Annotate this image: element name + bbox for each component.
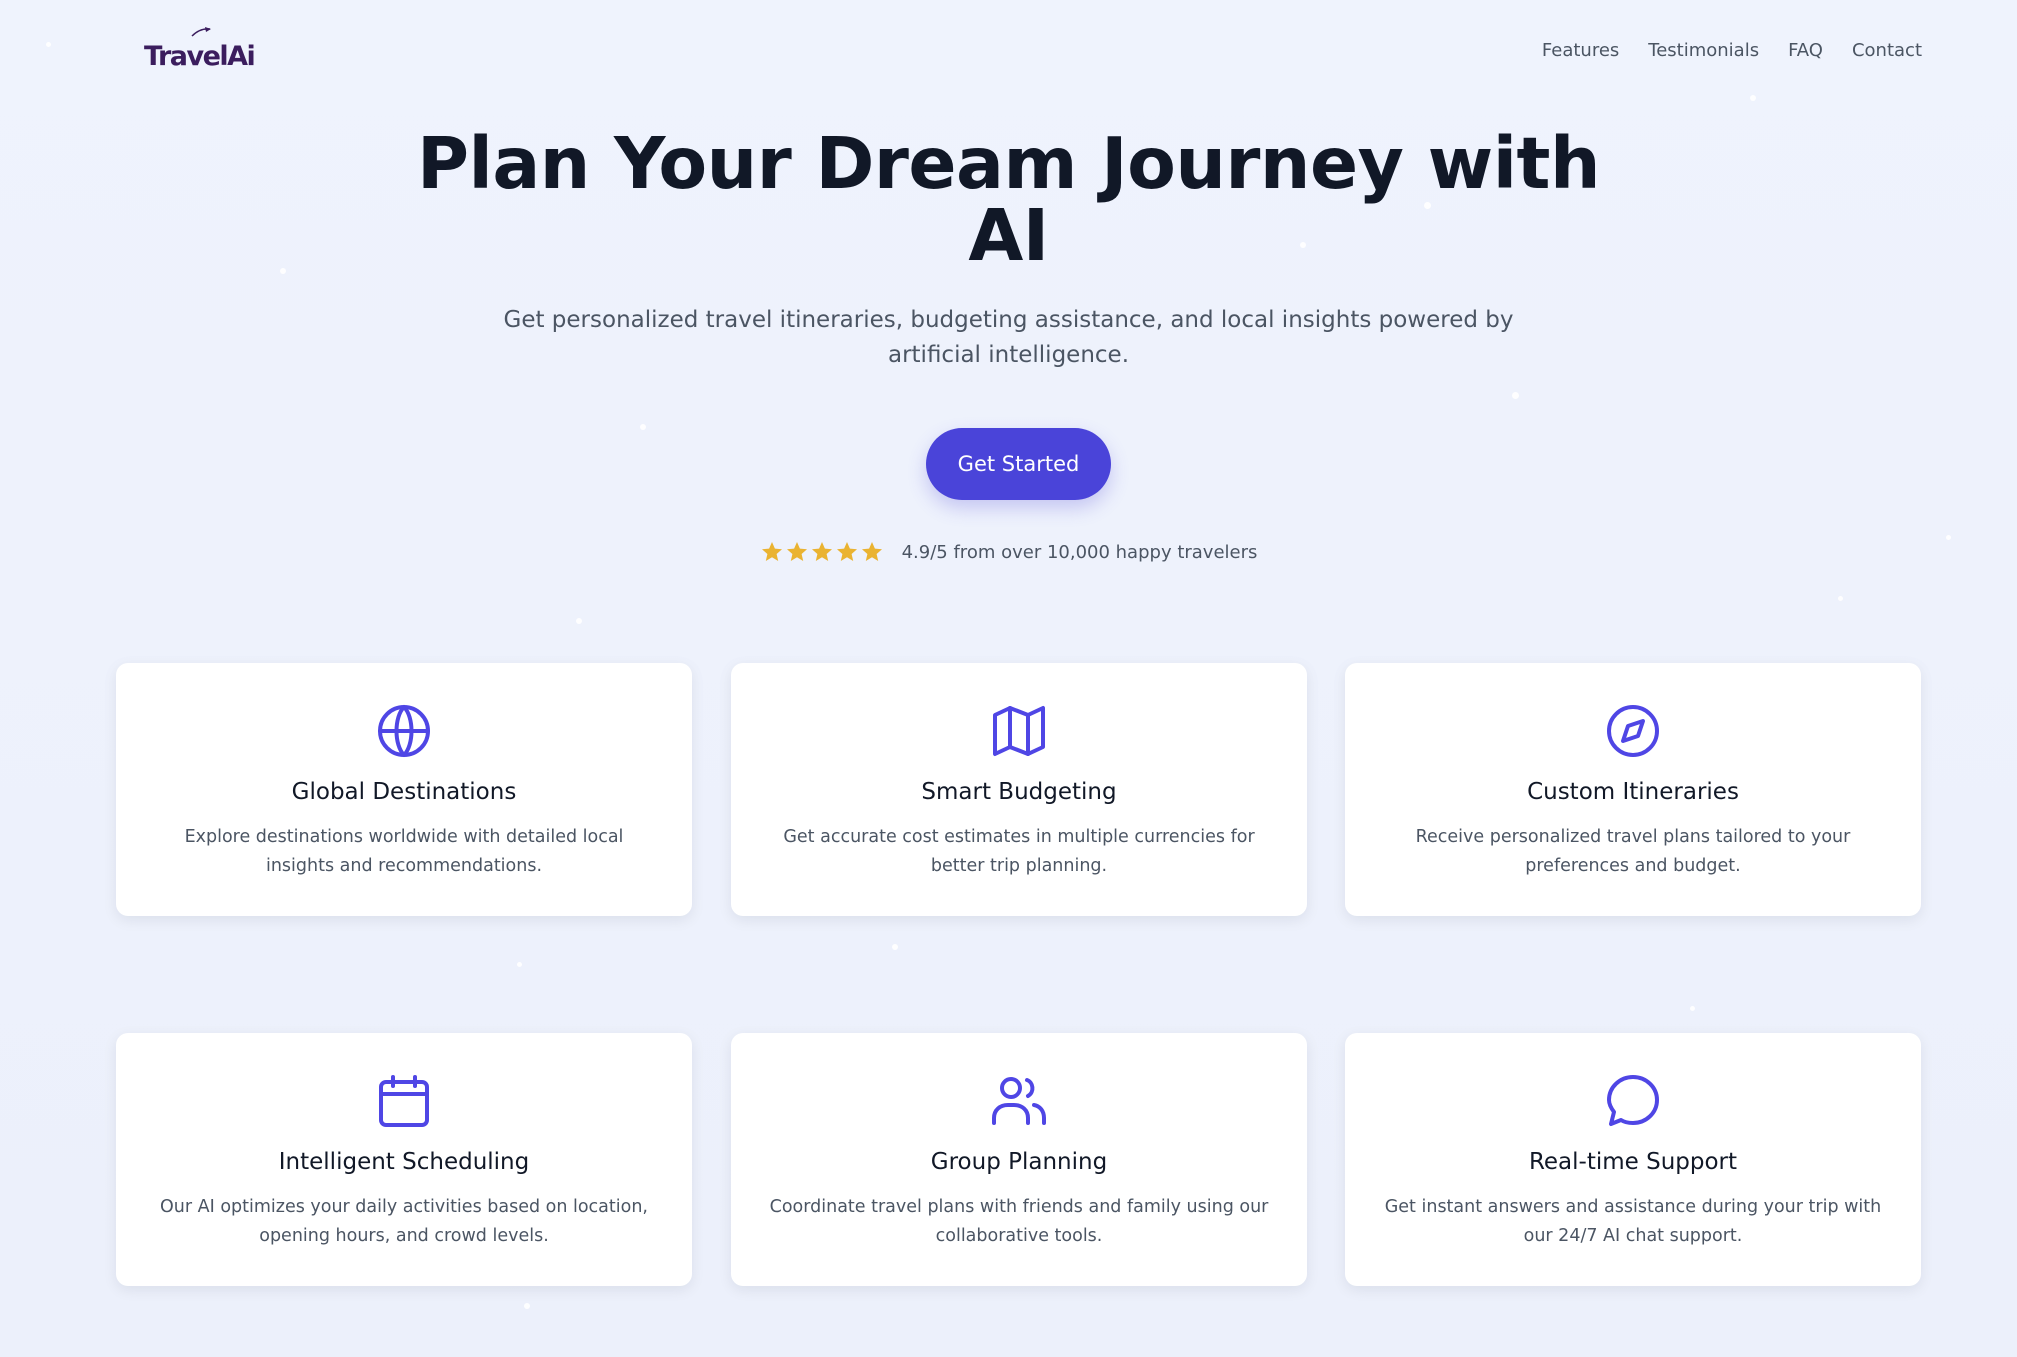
feature-title: Intelligent Scheduling bbox=[278, 1149, 530, 1175]
users-icon bbox=[992, 1077, 1046, 1125]
star-icon bbox=[861, 542, 882, 561]
airplane-icon bbox=[191, 27, 211, 37]
rating-row: 4.9/5 from over 10,000 happy travelers bbox=[0, 540, 2017, 564]
nav-link-contact[interactable]: Contact bbox=[1852, 40, 1922, 61]
star-icon bbox=[761, 542, 782, 561]
calendar-icon bbox=[379, 1075, 429, 1127]
feature-card-group-planning: Group Planning Coordinate travel plans w… bbox=[731, 1033, 1307, 1286]
feature-card-smart-budgeting: Smart Budgeting Get accurate cost estima… bbox=[731, 663, 1307, 916]
nav-link-testimonials[interactable]: Testimonials bbox=[1648, 40, 1759, 61]
chat-icon bbox=[1607, 1075, 1659, 1126]
sparkle-dot bbox=[640, 424, 646, 430]
feature-title: Group Planning bbox=[930, 1149, 1108, 1175]
map-icon bbox=[993, 706, 1045, 756]
feature-title: Custom Itineraries bbox=[1527, 779, 1739, 805]
feature-title: Global Destinations bbox=[291, 779, 517, 805]
feature-description: Explore destinations worldwide with deta… bbox=[184, 827, 624, 876]
rating-text: 4.9/5 from over 10,000 happy travelers bbox=[901, 541, 1258, 563]
feature-card-custom-itineraries: Custom Itineraries Receive personalized … bbox=[1345, 663, 1921, 916]
sparkle-dot bbox=[517, 962, 522, 967]
sparkle-dot bbox=[1690, 1006, 1695, 1011]
sparkle-dot bbox=[46, 42, 51, 47]
feature-card-intelligent-scheduling: Intelligent Scheduling Our AI optimizes … bbox=[116, 1033, 692, 1286]
feature-title: Smart Budgeting bbox=[921, 779, 1117, 805]
landing-page: TravelAi Features Testimonials FAQ Conta… bbox=[0, 0, 2017, 1357]
nav-link-features[interactable]: Features bbox=[1542, 40, 1619, 61]
star-icon bbox=[836, 542, 857, 561]
hero-title-line-1: Plan Your Dream Journey with bbox=[416, 122, 1601, 205]
nav-link-faq[interactable]: FAQ bbox=[1788, 40, 1823, 61]
star-icon bbox=[786, 542, 807, 561]
hero-title-line-2: AI bbox=[968, 194, 1049, 277]
feature-description: Get instant answers and assistance durin… bbox=[1384, 1197, 1882, 1246]
star-rating bbox=[760, 540, 884, 564]
logo[interactable]: TravelAi bbox=[144, 27, 256, 76]
get-started-button[interactable]: Get Started bbox=[926, 428, 1111, 500]
globe-icon bbox=[378, 705, 430, 757]
sparkle-dot bbox=[576, 618, 582, 624]
sparkle-dot bbox=[1750, 95, 1756, 101]
sparkle-dot bbox=[892, 944, 898, 950]
feature-title: Real-time Support bbox=[1528, 1149, 1738, 1175]
hero-subtitle: Get personalized travel itineraries, bud… bbox=[503, 307, 1514, 368]
sparkle-dot bbox=[1838, 596, 1843, 601]
feature-card-real-time-support: Real-time Support Get instant answers an… bbox=[1345, 1033, 1921, 1286]
sparkle-dot bbox=[524, 1303, 530, 1309]
hero-title: Plan Your Dream Journey with AI bbox=[0, 128, 2017, 272]
logo-text: TravelAi bbox=[144, 40, 256, 72]
feature-card-global-destinations: Global Destinations Explore destinations… bbox=[116, 663, 692, 916]
main-nav: Features Testimonials FAQ Contact bbox=[1542, 40, 1922, 61]
star-icon bbox=[811, 542, 832, 561]
feature-description: Our AI optimizes your daily activities b… bbox=[160, 1197, 648, 1246]
feature-description: Receive personalized travel plans tailor… bbox=[1415, 827, 1851, 876]
sparkle-dot bbox=[1512, 392, 1519, 399]
feature-description: Coordinate travel plans with friends and… bbox=[769, 1197, 1269, 1246]
feature-description: Get accurate cost estimates in multiple … bbox=[783, 827, 1255, 876]
compass-icon bbox=[1607, 705, 1659, 757]
